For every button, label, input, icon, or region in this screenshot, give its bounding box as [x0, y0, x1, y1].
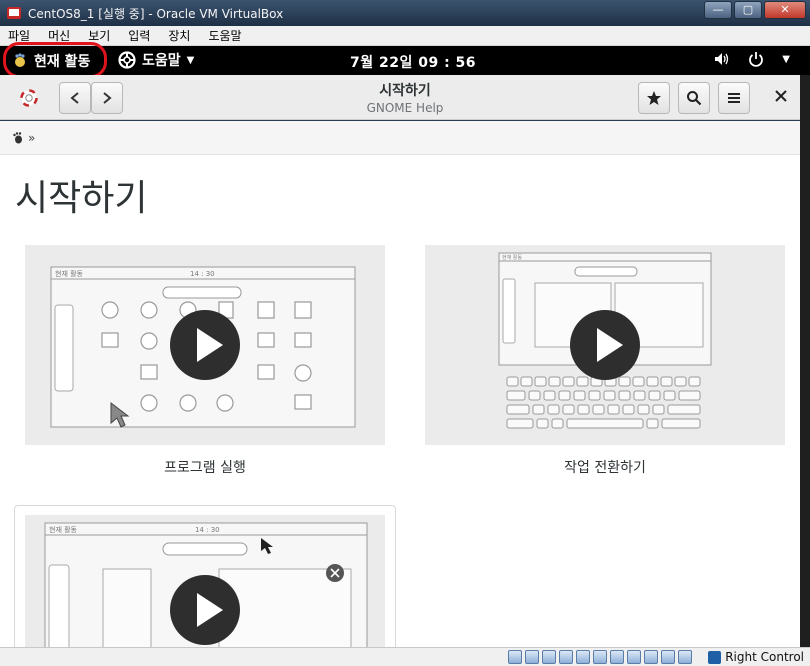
- screen: CentOS8_1 [실행 중] - Oracle VM VirtualBox …: [0, 0, 810, 666]
- vbox-statusbar: Right Control: [0, 647, 810, 666]
- hard-disk-icon[interactable]: [508, 650, 522, 664]
- mock-clock-label: 14 : 30: [190, 270, 215, 278]
- chevron-right-icon: [103, 92, 112, 104]
- app-menu[interactable]: 도움말 ▼: [118, 50, 194, 70]
- system-menu[interactable]: ▼: [714, 51, 790, 67]
- video-thumbnail[interactable]: 현재 활동 14 : 30: [25, 245, 385, 445]
- host-key-indicator[interactable]: Right Control: [708, 650, 804, 664]
- device-indicators: [508, 650, 692, 664]
- help-headerbar: 시작하기 GNOME Help: [0, 75, 800, 120]
- page-subtitle: GNOME Help: [366, 101, 444, 115]
- lifebuoy-icon: [118, 51, 136, 69]
- star-icon: [647, 91, 661, 105]
- mock-clock-label: 14 : 30: [195, 526, 220, 534]
- video-thumbnail[interactable]: 현재 활동 14 : 30: [25, 515, 385, 647]
- window-edge: [800, 75, 810, 647]
- video-thumbnail[interactable]: 현재 활동: [425, 245, 785, 445]
- breadcrumb-separator: »: [28, 130, 36, 145]
- virtualization-icon[interactable]: [661, 650, 675, 664]
- video-caption[interactable]: 프로그램 실행: [25, 457, 385, 477]
- menu-devices[interactable]: 장치: [168, 27, 190, 44]
- help-content: 시작하기 현재 활동 14 : 30 프로그램 실행 현재 활동 작업 전환하기…: [0, 155, 800, 647]
- app-menu-label: 도움말: [142, 53, 181, 69]
- chevron-left-icon: [70, 92, 79, 104]
- cpu-icon[interactable]: [644, 650, 658, 664]
- clock[interactable]: 7월 22일 09 : 56: [350, 52, 476, 72]
- volume-icon: [715, 53, 729, 65]
- play-button[interactable]: [570, 310, 640, 380]
- mock-activities-label: 현재 활동: [502, 254, 522, 261]
- vbox-window-titlebar[interactable]: CentOS8_1 [실행 중] - Oracle VM VirtualBox …: [0, 0, 810, 26]
- keyboard-capture-icon: [708, 650, 722, 664]
- page-title: 시작하기: [15, 178, 148, 219]
- close-icon[interactable]: [774, 89, 788, 103]
- video-card-windows[interactable]: 현재 활동 14 : 30: [14, 505, 396, 647]
- search-button[interactable]: [678, 82, 710, 114]
- bookmark-button[interactable]: [638, 82, 670, 114]
- video-card-launch-apps[interactable]: 현재 활동 14 : 30 프로그램 실행: [25, 245, 385, 477]
- minimize-button[interactable]: —: [704, 1, 732, 19]
- recording-icon[interactable]: [627, 650, 641, 664]
- mock-activities-label: 현재 활동: [55, 269, 84, 278]
- lifebuoy-icon: [20, 89, 38, 107]
- network-icon[interactable]: [559, 650, 573, 664]
- maximize-button[interactable]: ▢: [734, 1, 762, 19]
- play-button[interactable]: [170, 310, 240, 380]
- mock-activities-label: 현재 활동: [49, 525, 78, 534]
- vbox-menubar: 파일 머신 보기 입력 장치 도움말: [0, 26, 810, 46]
- play-button[interactable]: [170, 575, 240, 645]
- video-card-switch-tasks[interactable]: 현재 활동 작업 전환하기: [425, 245, 785, 477]
- video-caption[interactable]: 작업 전환하기: [425, 457, 785, 477]
- window-title-group: 시작하기 GNOME Help: [300, 80, 510, 115]
- power-icon: [749, 52, 764, 67]
- menu-button[interactable]: [718, 82, 750, 114]
- gnome-foot-icon[interactable]: [12, 131, 24, 144]
- host-key-label: Right Control: [725, 650, 804, 664]
- usb-icon[interactable]: [576, 650, 590, 664]
- highlight-ring: [3, 42, 107, 78]
- chevron-down-icon: ▼: [186, 54, 195, 66]
- hamburger-icon: [728, 93, 740, 103]
- optical-drive-icon[interactable]: [525, 650, 539, 664]
- shared-folder-icon[interactable]: [593, 650, 607, 664]
- menu-input[interactable]: 입력: [128, 27, 150, 44]
- display-icon[interactable]: [610, 650, 624, 664]
- chevron-down-icon: ▼: [782, 53, 790, 65]
- window-title: CentOS8_1 [실행 중] - Oracle VM VirtualBox: [28, 7, 284, 21]
- back-button[interactable]: [59, 82, 91, 114]
- search-icon: [687, 91, 702, 106]
- breadcrumb: »: [0, 121, 800, 155]
- audio-icon[interactable]: [542, 650, 556, 664]
- mouse-integration-icon[interactable]: [678, 650, 692, 664]
- virtualbox-app-icon: [7, 7, 21, 19]
- close-window-button[interactable]: ✕: [764, 1, 806, 19]
- menu-help[interactable]: 도움말: [208, 27, 241, 44]
- page-heading: 시작하기: [379, 83, 431, 99]
- forward-button[interactable]: [91, 82, 123, 114]
- gnome-topbar: 현재 활동 도움말 ▼ 7월 22일 09 : 56 ▼: [0, 42, 810, 78]
- window-controls: — ▢ ✕: [704, 1, 806, 19]
